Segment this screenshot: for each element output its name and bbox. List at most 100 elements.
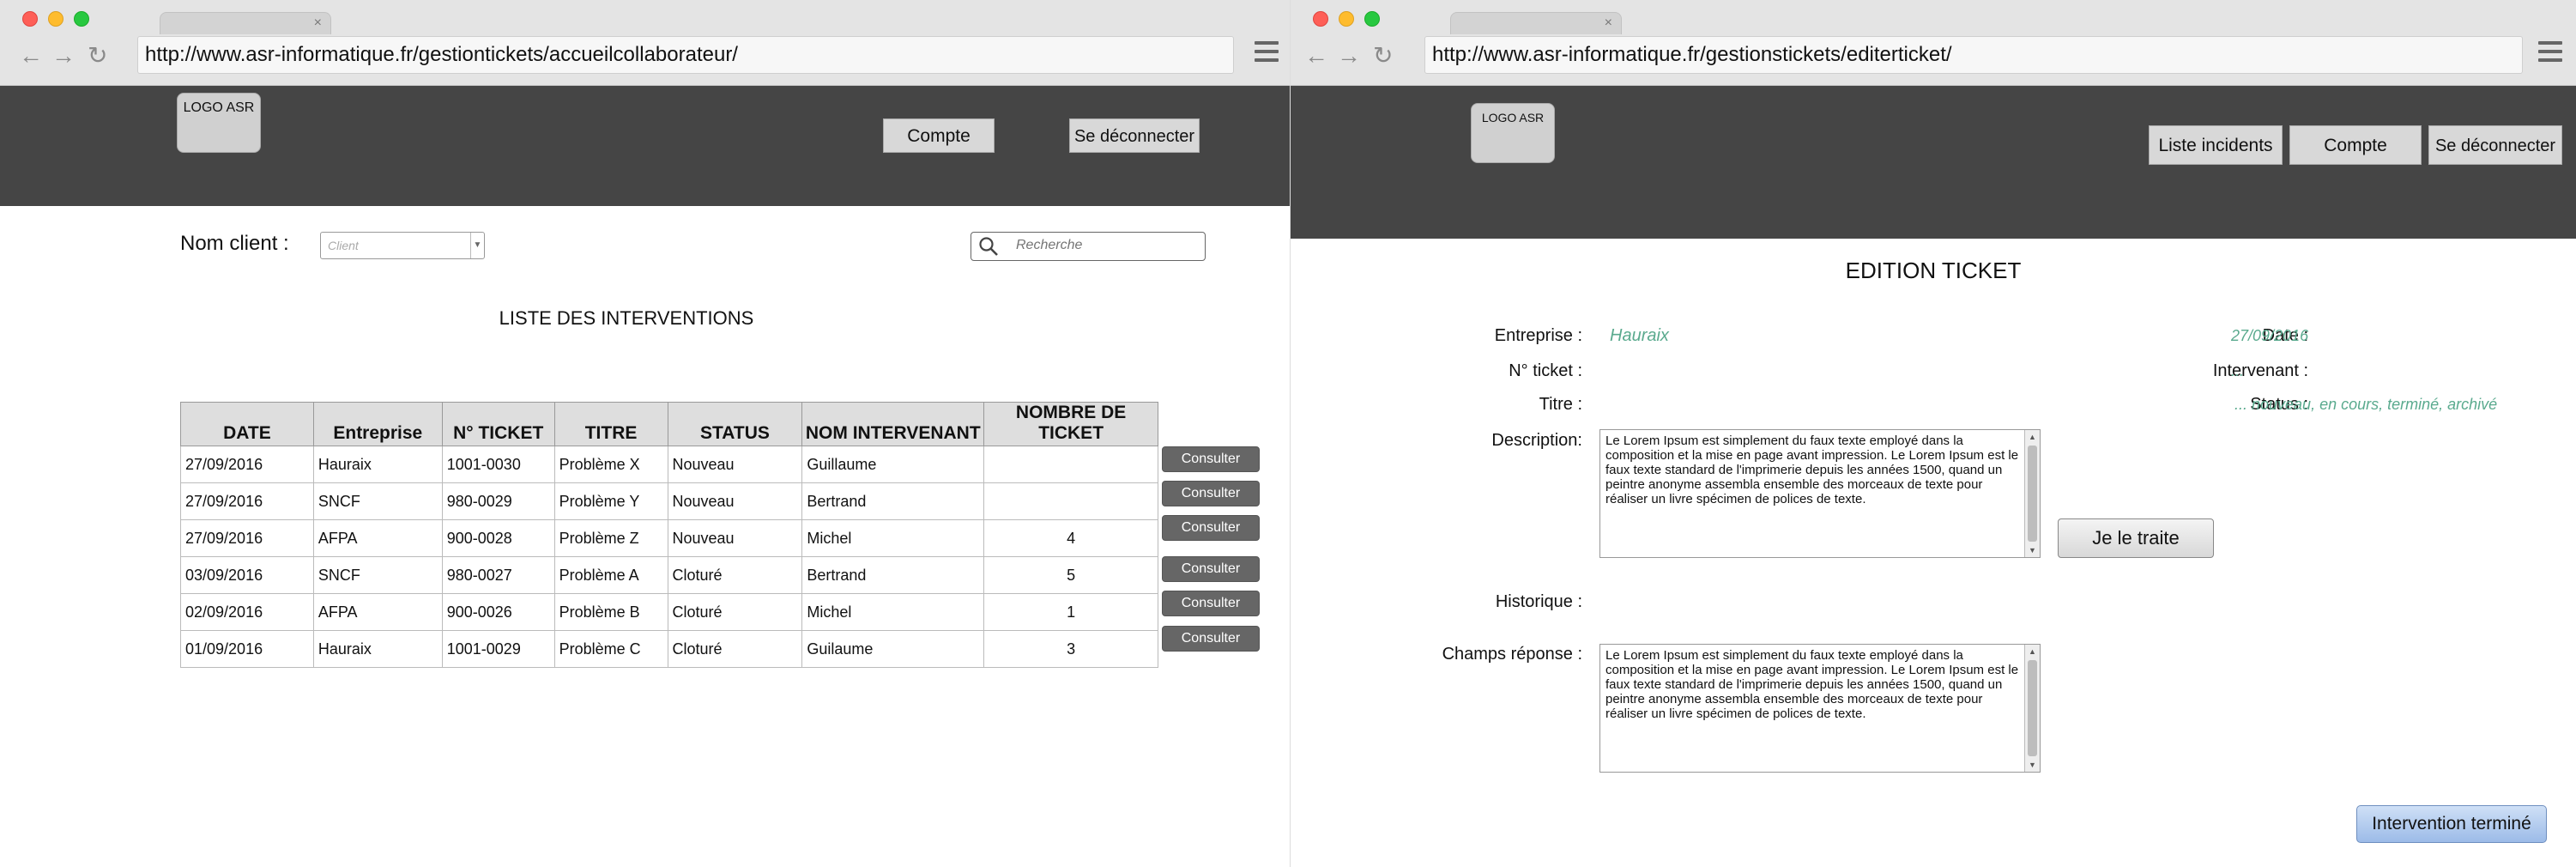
column-header: Entreprise	[312, 402, 443, 446]
intervention-termine-button[interactable]: Intervention terminé	[2356, 805, 2547, 843]
intervenant-value: ...	[2231, 362, 2245, 379]
close-window-icon[interactable]	[22, 11, 38, 27]
forward-icon[interactable]: →	[1337, 41, 1361, 70]
table-row[interactable]: 01/09/2016 Hauraix 1001-0029 Problème C …	[180, 630, 1158, 668]
logo: LOGO ASR	[177, 93, 261, 153]
table-cell: 4	[983, 519, 1158, 557]
close-tab-icon[interactable]: ×	[314, 15, 322, 31]
compte-button[interactable]: Compte	[2289, 125, 2422, 165]
window-controls	[22, 11, 89, 27]
table-cell: 27/09/2016	[180, 446, 314, 483]
consulter-button[interactable]: Consulter	[1162, 556, 1260, 582]
back-icon[interactable]: ←	[1304, 41, 1328, 70]
table-cell: Cloturé	[667, 593, 803, 631]
table-row[interactable]: 27/09/2016 AFPA 900-0028 Problème Z Nouv…	[180, 519, 1158, 557]
consulter-button[interactable]: Consulter	[1162, 515, 1260, 541]
table-cell: Bertrand	[801, 482, 985, 520]
close-tab-icon[interactable]: ×	[1605, 15, 1612, 31]
table-cell: Cloturé	[667, 556, 803, 594]
table-cell: SNCF	[312, 556, 443, 594]
chevron-down-icon[interactable]: ▼	[470, 233, 484, 258]
table-cell: 1001-0029	[441, 630, 555, 668]
scroll-thumb[interactable]	[2028, 660, 2037, 756]
je-le-traite-button[interactable]: Je le traite	[2058, 518, 2214, 558]
compte-button[interactable]: Compte	[883, 118, 995, 153]
scroll-thumb[interactable]	[2028, 446, 2037, 542]
table-cell: 1	[983, 593, 1158, 631]
table-cell: 900-0026	[441, 593, 555, 631]
browser-tab[interactable]: ×	[1450, 12, 1622, 34]
table-cell: 01/09/2016	[180, 630, 314, 668]
column-header: DATE	[180, 402, 314, 446]
browser-menu-icon[interactable]	[2538, 41, 2562, 67]
reload-icon[interactable]: ↻	[88, 41, 107, 70]
table-cell: AFPA	[312, 593, 443, 631]
close-window-icon[interactable]	[1313, 11, 1328, 27]
scroll-down-icon[interactable]: ▼	[2025, 758, 2040, 772]
table-cell: 27/09/2016	[180, 482, 314, 520]
table-cell	[983, 482, 1158, 520]
consulter-button[interactable]: Consulter	[1162, 591, 1260, 616]
description-textarea[interactable]: Le Lorem Ipsum est simplement du faux te…	[1599, 429, 2041, 558]
browser-chrome: × ← → ↻ http://www.asr-informatique.fr/g…	[1291, 0, 2576, 86]
table-cell: 27/09/2016	[180, 519, 314, 557]
column-header: TITRE	[553, 402, 668, 446]
table-cell: 03/09/2016	[180, 556, 314, 594]
maximize-window-icon[interactable]	[74, 11, 89, 27]
table-cell: 5	[983, 556, 1158, 594]
logout-button[interactable]: Se déconnecter	[1069, 118, 1200, 153]
scrollbar[interactable]: ▲ ▼	[2024, 430, 2040, 557]
table-cell: 02/09/2016	[180, 593, 314, 631]
table-row[interactable]: 02/09/2016 AFPA 900-0026 Problème B Clot…	[180, 593, 1158, 631]
entreprise-value: Hauraix	[1610, 326, 1669, 345]
minimize-window-icon[interactable]	[48, 11, 63, 27]
table-cell: Michel	[801, 593, 985, 631]
page-title: EDITION TICKET	[1845, 258, 2022, 283]
table-row[interactable]: 27/09/2016 Hauraix 1001-0030 Problème X …	[180, 446, 1158, 483]
search-input[interactable]	[1016, 238, 1196, 253]
client-label: Nom client :	[180, 232, 289, 255]
window-controls	[1313, 11, 1380, 27]
consulter-button[interactable]: Consulter	[1162, 481, 1260, 506]
maximize-window-icon[interactable]	[1364, 11, 1380, 27]
forward-icon[interactable]: →	[51, 41, 76, 70]
search-icon	[979, 237, 998, 256]
liste-incidents-button[interactable]: Liste incidents	[2149, 125, 2283, 165]
table-cell: Cloturé	[667, 630, 803, 668]
scroll-up-icon[interactable]: ▲	[2025, 430, 2040, 444]
column-header: NOM INTERVENANT	[801, 402, 985, 446]
table-cell: Problème C	[553, 630, 668, 668]
table-cell: Guilaume	[801, 630, 985, 668]
scroll-up-icon[interactable]: ▲	[2025, 645, 2040, 658]
table-row[interactable]: 27/09/2016 SNCF 980-0029 Problème Y Nouv…	[180, 482, 1158, 520]
back-icon[interactable]: ←	[19, 41, 43, 70]
table-cell: 1001-0030	[441, 446, 555, 483]
address-bar[interactable]: http://www.asr-informatique.fr/gestionst…	[1424, 36, 2523, 74]
table-row[interactable]: 03/09/2016 SNCF 980-0027 Problème A Clot…	[180, 556, 1158, 594]
logout-button[interactable]: Se déconnecter	[2428, 125, 2562, 165]
table-header-row: DATE Entreprise N° TICKET TITRE STATUS N…	[180, 402, 1158, 446]
table-cell: Problème B	[553, 593, 668, 631]
reload-icon[interactable]: ↻	[1373, 41, 1393, 70]
address-bar[interactable]: http://www.asr-informatique.fr/gestionti…	[137, 36, 1234, 74]
minimize-window-icon[interactable]	[1339, 11, 1354, 27]
browser-tab[interactable]: ×	[160, 12, 331, 34]
browser-window-edition: × ← → ↻ http://www.asr-informatique.fr/g…	[1291, 0, 2576, 867]
app-header: LOGO ASR Compte Se déconnecter	[0, 86, 1290, 206]
table-cell: Nouveau	[667, 446, 803, 483]
description-text: Le Lorem Ipsum est simplement du faux te…	[1605, 434, 2019, 506]
status-value: ... nouveau, en cours, terminé, archivé	[2234, 396, 2498, 413]
client-select[interactable]: Client ▼	[320, 232, 485, 259]
logo: LOGO ASR	[1471, 103, 1555, 163]
consulter-button[interactable]: Consulter	[1162, 626, 1260, 652]
search-box[interactable]	[971, 232, 1206, 261]
app-header: LOGO ASR Liste incidents Compte Se décon…	[1291, 86, 2576, 239]
list-title: LISTE DES INTERVENTIONS	[499, 307, 754, 329]
date-value: 27/09/2016	[2231, 327, 2309, 344]
table-cell: Nouveau	[667, 519, 803, 557]
browser-menu-icon[interactable]	[1255, 41, 1279, 67]
consulter-button[interactable]: Consulter	[1162, 446, 1260, 472]
reponse-textarea[interactable]: Le Lorem Ipsum est simplement du faux te…	[1599, 644, 2041, 773]
scrollbar[interactable]: ▲ ▼	[2024, 645, 2040, 772]
scroll-down-icon[interactable]: ▼	[2025, 543, 2040, 557]
